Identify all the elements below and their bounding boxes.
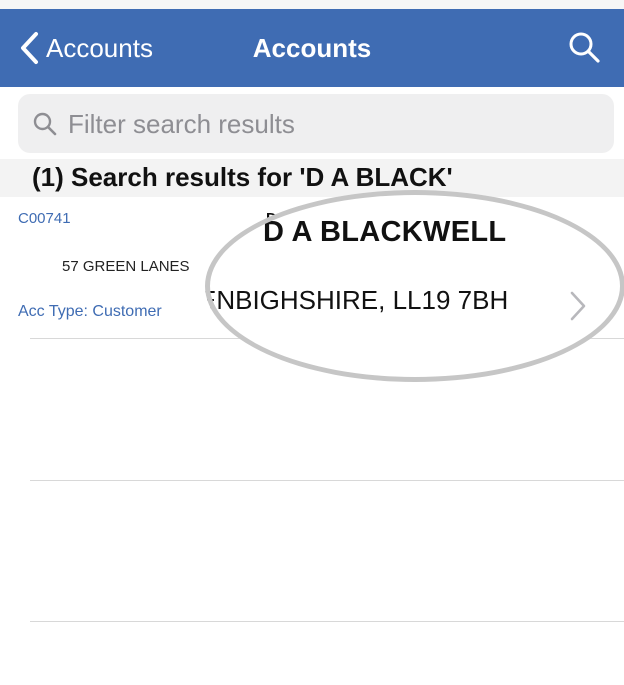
row-divider <box>30 621 624 622</box>
account-address: 57 GREEN LANES <box>62 258 190 275</box>
status-bar-strip <box>0 0 624 9</box>
search-icon[interactable] <box>566 29 602 65</box>
search-bar-container <box>0 87 624 159</box>
magnified-account-name: D A BLACKWELL <box>263 216 507 248</box>
chevron-left-icon <box>21 32 38 64</box>
back-button-label: Accounts <box>46 32 153 63</box>
row-divider <box>30 480 624 481</box>
magnified-account-address: ENBIGHSHIRE, LL19 7BH <box>205 285 509 315</box>
results-header-text: (1) Search results for 'D A BLACK' <box>32 162 453 192</box>
account-code: C00741 <box>18 210 71 227</box>
chevron-right-icon[interactable] <box>567 288 589 324</box>
account-type: Acc Type: Customer <box>18 303 162 320</box>
navigation-bar: Accounts Accounts <box>0 9 624 87</box>
filter-search-input[interactable] <box>66 94 600 155</box>
search-icon <box>33 112 57 136</box>
filter-search-field[interactable] <box>18 94 614 155</box>
magnifier-loupe: D A BLACKWELL ENBIGHSHIRE, LL19 7BH <box>205 190 624 382</box>
back-button[interactable]: Accounts <box>14 9 153 87</box>
